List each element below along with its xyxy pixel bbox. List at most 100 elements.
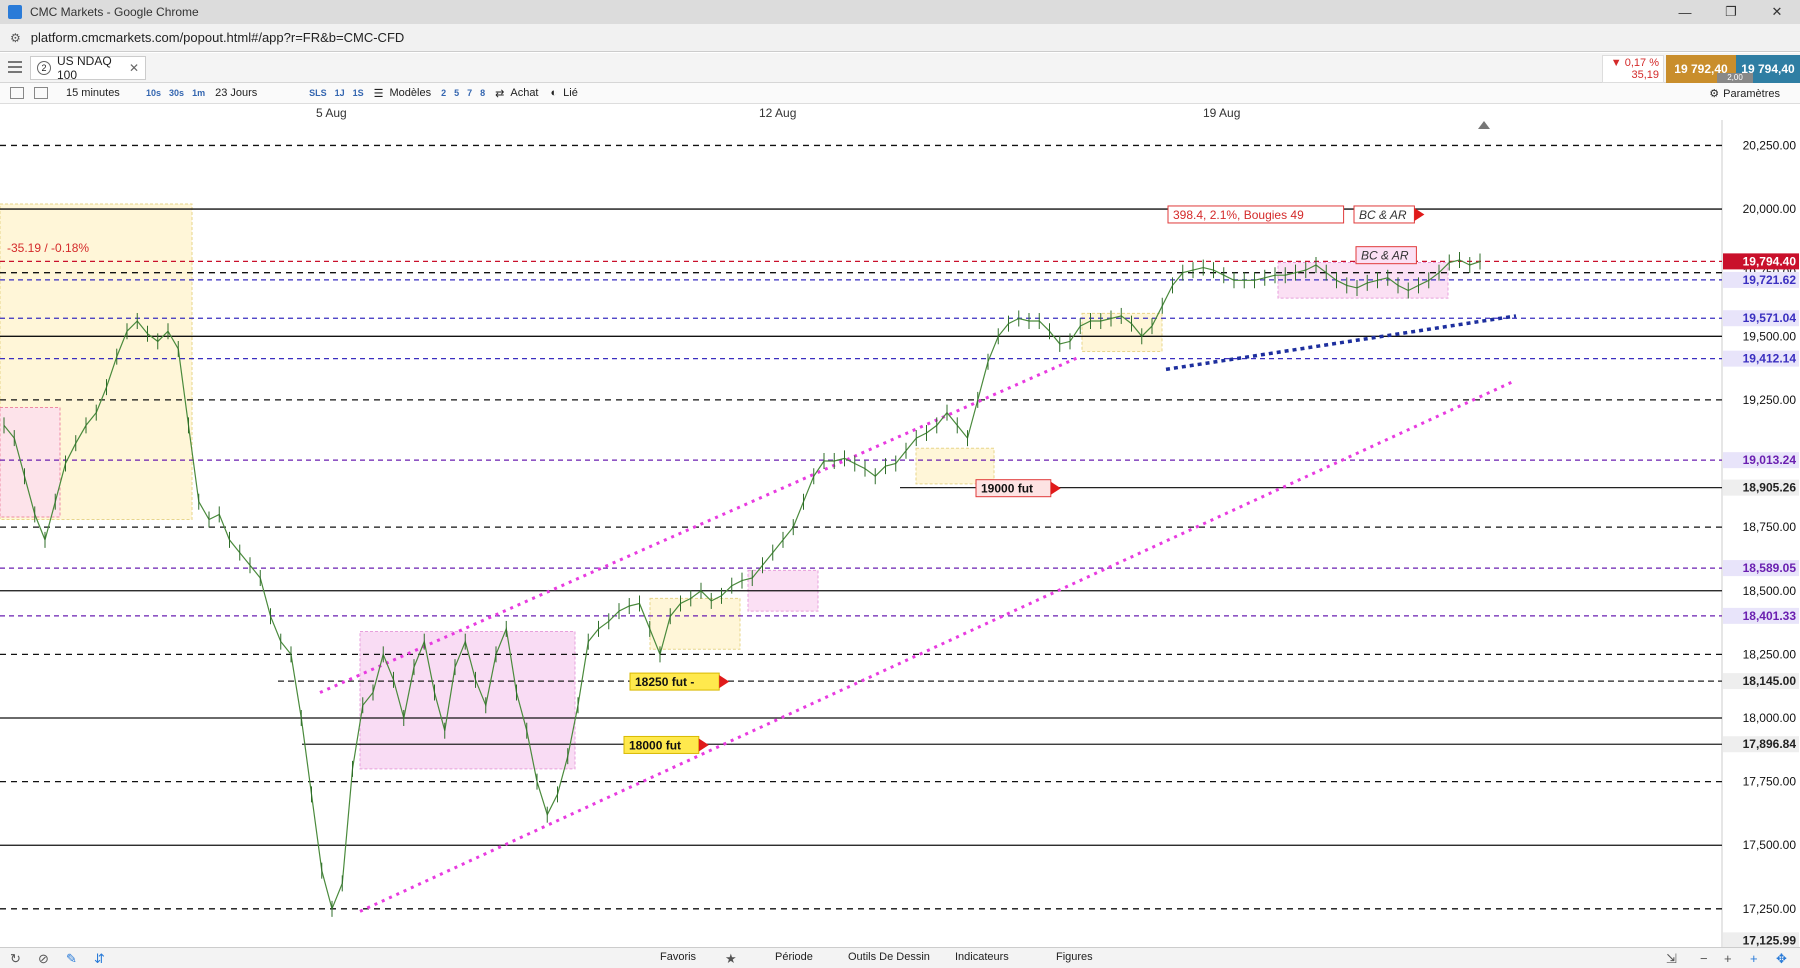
grid-layout-icon[interactable] [34, 87, 48, 99]
change-absolute: 35,19 [1631, 69, 1659, 81]
star-icon[interactable]: ★ [725, 951, 737, 967]
y-tick-label: 18,500.00 [1743, 584, 1797, 598]
date-label: 19 Aug [1203, 106, 1241, 120]
range-1s[interactable]: 1S [353, 88, 364, 98]
cursor-icon[interactable]: ⇵ [94, 951, 105, 967]
range-zone [915, 447, 995, 485]
change-percent: ▼ 0,17 % [1610, 57, 1659, 69]
bc-ar-label-2: BC & AR [1361, 249, 1409, 263]
price-label: 18,401.33 [1743, 609, 1797, 623]
link-icon: ◐ [550, 87, 558, 99]
templates-button[interactable]: Modèles [390, 87, 432, 99]
refresh-icon[interactable]: ↻ [10, 951, 21, 967]
y-tick-label: 18,750.00 [1743, 520, 1797, 534]
date-axis: 5 Aug 12 Aug 19 Aug [0, 104, 1722, 120]
settings-area: ⚙ Paramètres [1709, 83, 1780, 104]
trend-line [1165, 314, 1517, 372]
buy-mode-icon: ⇄ [495, 87, 505, 100]
site-info-icon[interactable]: ⚙ [10, 31, 21, 45]
fut-19000-label-arrow [1050, 481, 1061, 495]
instrument-index: 2 [37, 61, 51, 75]
y-tick-label: 17,750.00 [1743, 775, 1797, 789]
range-zone [0, 407, 61, 518]
price-label: 19,794.40 [1743, 254, 1797, 268]
window-titlebar: CMC Markets - Google Chrome — ❐ ✕ [0, 0, 1800, 24]
fut-18000-label: 18000 fut [629, 738, 681, 752]
instrument-tab[interactable]: 2 US NDAQ 100 ✕ [30, 54, 146, 82]
address-bar: ⚙ platform.cmcmarkets.com/popout.html#/a… [0, 24, 1800, 52]
range-zone [1081, 312, 1163, 353]
zoom-in-icon[interactable]: + [1724, 951, 1732, 966]
zoom-out-icon[interactable]: − [1700, 951, 1708, 966]
spread-badge: 2,00 [1717, 73, 1753, 83]
instrument-bar: 2 US NDAQ 100 ✕ [0, 53, 1800, 83]
range-sls[interactable]: SLS [309, 88, 327, 98]
close-window-button[interactable]: ✕ [1754, 0, 1800, 24]
layout-2[interactable]: 2 [441, 88, 446, 98]
gear-icon[interactable]: ⚙ [1709, 87, 1719, 100]
chart-list-icon[interactable] [10, 87, 24, 99]
fut-18250-label-arrow [719, 675, 730, 689]
pencil-icon[interactable]: ✎ [66, 951, 77, 967]
price-label: 18,905.26 [1743, 481, 1797, 495]
y-tick-label: 20,250.00 [1743, 138, 1797, 152]
layout-5[interactable]: 5 [454, 88, 459, 98]
layout-8[interactable]: 8 [480, 88, 485, 98]
y-tick-label: 20,000.00 [1743, 202, 1797, 216]
drawing-tools-button[interactable]: Outils De Dessin [848, 951, 930, 963]
scroll-up-marker [1478, 121, 1490, 129]
range-1j[interactable]: 1J [335, 88, 345, 98]
price-label: 19,721.62 [1743, 273, 1797, 287]
price-label: 18,589.05 [1743, 561, 1797, 575]
fut-18250-label: 18250 fut - [635, 675, 694, 689]
zoom-fit-icon[interactable]: ⇲ [1666, 951, 1677, 967]
y-tick-label: 17,500.00 [1743, 838, 1797, 852]
minimize-button[interactable]: — [1662, 0, 1708, 24]
period-button[interactable]: Période [775, 951, 813, 963]
tick-1m[interactable]: 1m [192, 88, 205, 98]
settings-button[interactable]: Paramètres [1723, 88, 1780, 100]
date-label: 12 Aug [759, 106, 797, 120]
price-label: 18,145.00 [1743, 674, 1797, 688]
tick-10s[interactable]: 10s [146, 88, 161, 98]
url-text[interactable]: platform.cmcmarkets.com/popout.html#/app… [31, 30, 405, 45]
interval-select[interactable]: 15 minutes [66, 87, 136, 99]
layout-7[interactable]: 7 [467, 88, 472, 98]
y-tick-label: 18,000.00 [1743, 711, 1797, 725]
price-label: 17,125.99 [1743, 933, 1797, 947]
move-icon[interactable]: ✥ [1776, 951, 1787, 967]
templates-icon: ☰ [373, 87, 384, 100]
linked-button[interactable]: Lié [563, 87, 578, 99]
indicators-button[interactable]: Indicateurs [955, 951, 1009, 963]
y-tick-label: 19,500.00 [1743, 329, 1797, 343]
fut-18000-label-arrow [698, 738, 709, 752]
figures-button[interactable]: Figures [1056, 951, 1093, 963]
cancel-icon[interactable]: ⊘ [38, 951, 49, 967]
hamburger-menu-icon[interactable] [8, 61, 22, 73]
restore-button[interactable]: ❐ [1708, 0, 1754, 24]
y-tick-label: 18,250.00 [1743, 647, 1797, 661]
price-label: 19,013.24 [1743, 453, 1797, 467]
price-label: 19,571.04 [1743, 311, 1797, 325]
close-tab-icon[interactable]: ✕ [129, 61, 139, 75]
bc-ar-label-arrow [1414, 207, 1425, 221]
window-controls: — ❐ ✕ [1662, 0, 1800, 24]
bottom-toolbar: ↻ ⊘ ✎ ⇵ Favoris ★ Période Outils De Dess… [0, 947, 1800, 968]
instrument-name: US NDAQ 100 [57, 54, 112, 82]
y-tick-label: 17,250.00 [1743, 902, 1797, 916]
app-icon [8, 5, 22, 19]
date-label: 5 Aug [316, 106, 347, 120]
price-label: 19,412.14 [1743, 352, 1797, 366]
favorites-button[interactable]: Favoris [660, 951, 696, 963]
crosshair-icon[interactable]: + [1750, 951, 1758, 966]
fut-19000-label: 19000 fut [981, 482, 1033, 496]
price-label: 17,896.84 [1743, 737, 1797, 751]
window-title: CMC Markets - Google Chrome [30, 5, 199, 19]
buy-mode-button[interactable]: Achat [510, 87, 538, 99]
price-chart[interactable]: 20,250.0020,000.0019,750.0019,500.0019,2… [0, 120, 1800, 947]
daily-change-box: ▼ 0,17 % 35,19 [1602, 55, 1664, 83]
range-select[interactable]: 23 Jours [215, 87, 299, 99]
chart-toolbar: 15 minutes 10s 30s 1m 23 Jours SLS 1J 1S… [0, 83, 1800, 104]
y-tick-label: 19,250.00 [1743, 393, 1797, 407]
tick-30s[interactable]: 30s [169, 88, 184, 98]
